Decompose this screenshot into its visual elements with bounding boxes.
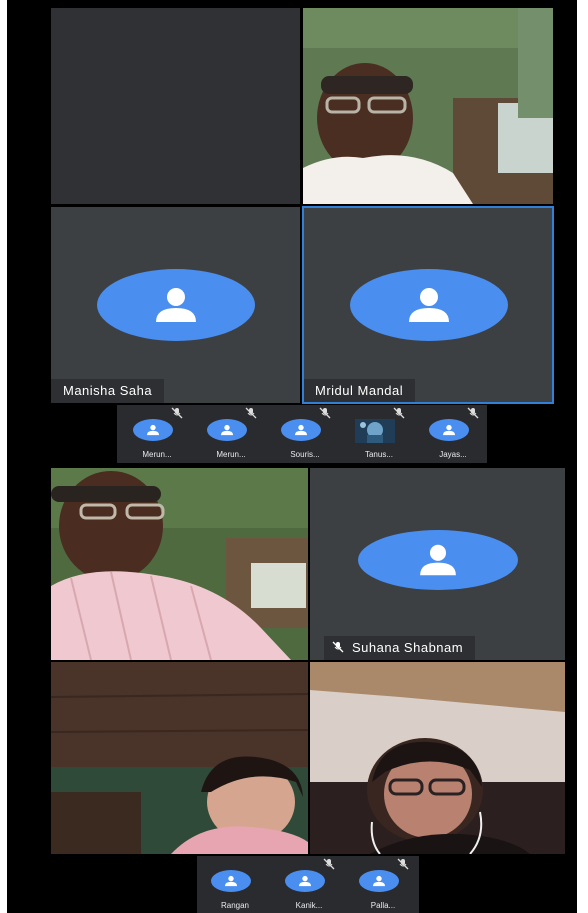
person-icon	[225, 875, 237, 887]
avatar	[211, 870, 251, 892]
participant-name: Mridul Mandal	[303, 379, 416, 403]
video-tile-manisha-saha[interactable]: Manisha Saha	[51, 207, 300, 403]
profile-picture	[355, 419, 395, 443]
thumbnail-participant[interactable]: Kanik...	[273, 856, 345, 912]
video-tile-mridul-mandal[interactable]: Mridul Mandal	[303, 207, 553, 403]
video-tile-participant-1[interactable]	[303, 8, 553, 204]
thumbnail-label: Merun...	[142, 450, 172, 459]
thumbnail-label: Souris...	[290, 450, 320, 459]
person-icon	[443, 424, 455, 436]
video-tile-participant-4[interactable]	[310, 662, 565, 854]
mic-off-icon	[393, 407, 405, 419]
thumbnail-label: Palla...	[370, 901, 396, 910]
mic-off-icon	[319, 407, 331, 419]
video-tile-participant-3[interactable]	[51, 662, 308, 854]
mic-off-icon	[467, 407, 479, 419]
participant-name-bar: Suhana Shabnam	[324, 636, 476, 660]
mic-off-icon	[171, 407, 183, 419]
avatar	[133, 419, 173, 441]
participant-name: Manisha Saha	[51, 379, 165, 403]
mic-off-icon	[323, 858, 335, 870]
participant-video-feed	[310, 662, 565, 854]
avatar	[281, 419, 321, 441]
participant-strip[interactable]: Merun... Merun... Souris... Tanus... Jay…	[117, 405, 487, 463]
person-icon	[299, 875, 311, 887]
person-icon	[295, 424, 307, 436]
person-icon	[373, 875, 385, 887]
thumbnail-participant[interactable]: Jayas...	[417, 405, 489, 461]
avatar	[358, 530, 518, 590]
thumbnail-participant[interactable]: Rangan	[199, 856, 271, 912]
mic-off-icon	[332, 641, 344, 653]
avatar	[359, 870, 399, 892]
person-icon	[409, 288, 449, 322]
thumbnail-participant[interactable]: Tanus...	[343, 405, 415, 461]
thumbnail-label: Merun...	[216, 450, 246, 459]
mic-off-icon	[245, 407, 257, 419]
person-icon	[221, 424, 233, 436]
thumbnail-participant[interactable]: Merun...	[121, 405, 193, 461]
avatar	[350, 269, 508, 341]
mic-off-icon	[397, 858, 409, 870]
participant-video-feed	[51, 662, 308, 854]
person-icon	[147, 424, 159, 436]
participant-video-feed	[51, 468, 308, 660]
participant-strip[interactable]: Rangan Kanik... Palla...	[197, 856, 419, 913]
person-icon	[156, 288, 196, 322]
thumbnail-label: Kanik...	[295, 901, 323, 910]
thumbnail-label: Rangan	[220, 901, 250, 910]
person-icon	[420, 544, 456, 576]
avatar	[97, 269, 255, 341]
thumbnail-label: Jayas...	[439, 450, 467, 459]
thumbnail-label: Tanus...	[364, 450, 393, 459]
participant-name: Suhana Shabnam	[352, 640, 464, 655]
video-tile-suhana-shabnam[interactable]: Suhana Shabnam	[310, 468, 565, 660]
video-tile-participant-2[interactable]	[51, 468, 308, 660]
thumbnail-participant[interactable]: Merun...	[195, 405, 267, 461]
avatar	[285, 870, 325, 892]
thumbnail-participant[interactable]: Souris...	[269, 405, 341, 461]
participant-video-feed	[303, 8, 553, 204]
meeting-screen: Manisha Saha Mridul Mandal Merun... Meru…	[7, 0, 577, 913]
video-tile-empty[interactable]	[51, 8, 300, 204]
thumbnail-participant[interactable]: Palla...	[347, 856, 419, 912]
avatar	[429, 419, 469, 441]
avatar	[207, 419, 247, 441]
